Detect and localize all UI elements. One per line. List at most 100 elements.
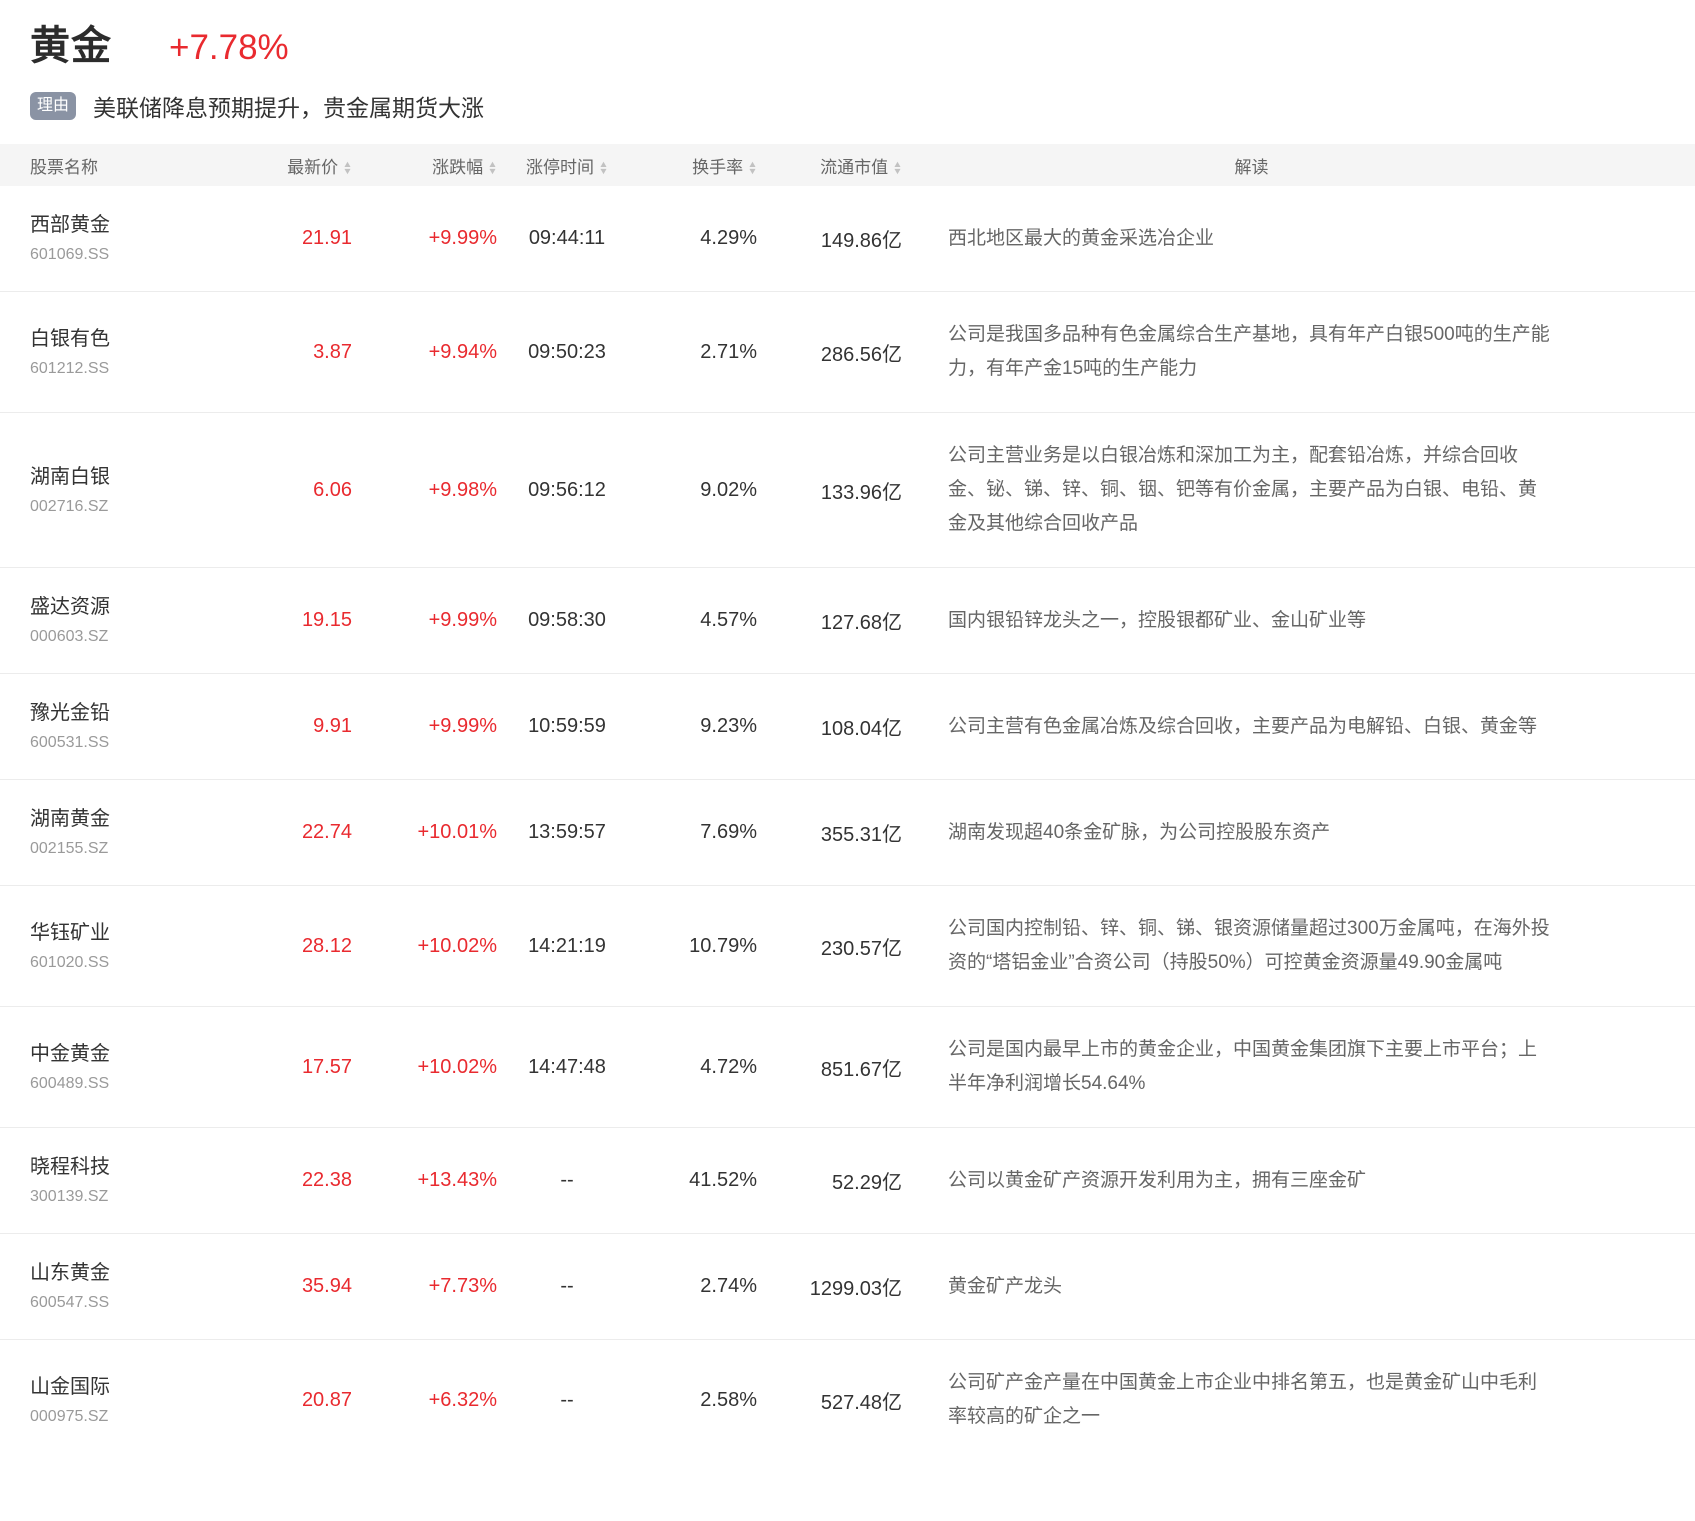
sort-down-icon: ▼ <box>487 168 497 175</box>
title-row: 黄金 +7.78% <box>30 24 1665 70</box>
market-cap: 149.86亿 <box>757 224 902 253</box>
change-percent: +6.32% <box>352 1389 497 1412</box>
change-percent: +9.99% <box>352 715 497 738</box>
table-row[interactable]: 西部黄金 601069.SS 21.91 +9.99% 09:44:11 4.2… <box>0 186 1695 291</box>
turnover-rate: 4.29% <box>637 227 757 250</box>
stock-name[interactable]: 白银有色 <box>30 326 260 352</box>
sort-icon[interactable]: ▲▼ <box>748 161 757 175</box>
turnover-rate: 4.72% <box>637 1056 757 1079</box>
turnover-rate: 9.02% <box>637 479 757 502</box>
change-percent: +10.02% <box>352 935 497 958</box>
column-header-latest-price[interactable]: 最新价 ▲▼ <box>260 153 352 178</box>
column-label: 股票名称 <box>30 158 98 177</box>
stock-name-cell: 华钰矿业 601020.SS <box>0 920 260 973</box>
table-row[interactable]: 中金黄金 600489.SS 17.57 +10.02% 14:47:48 4.… <box>0 1006 1695 1127</box>
stock-name[interactable]: 湖南白银 <box>30 464 260 490</box>
market-cap: 286.56亿 <box>757 338 902 367</box>
column-label: 涨停时间 <box>526 158 594 177</box>
stock-name-cell: 山金国际 000975.SZ <box>0 1374 260 1427</box>
sort-icon[interactable]: ▲▼ <box>599 161 608 175</box>
turnover-rate: 7.69% <box>637 821 757 844</box>
stock-name-cell: 白银有色 601212.SS <box>0 326 260 379</box>
interpretation: 公司主营业务是以白银冶炼和深加工为主，配套铅冶炼，并综合回收金、铋、锑、锌、铜、… <box>948 439 1695 541</box>
interpretation: 公司是国内最早上市的黄金企业，中国黄金集团旗下主要上市平台；上半年净利润增长54… <box>948 1033 1695 1101</box>
sort-icon[interactable]: ▲▼ <box>893 161 902 175</box>
stock-table: 西部黄金 601069.SS 21.91 +9.99% 09:44:11 4.2… <box>0 186 1695 1460</box>
column-label: 解读 <box>1235 158 1269 177</box>
turnover-rate: 41.52% <box>637 1169 757 1192</box>
turnover-rate: 2.58% <box>637 1389 757 1412</box>
change-percent: +9.98% <box>352 479 497 502</box>
latest-price: 9.91 <box>260 715 352 738</box>
sort-icon[interactable]: ▲▼ <box>343 161 352 175</box>
sort-down-icon: ▼ <box>598 168 608 175</box>
change-percent: +7.73% <box>352 1275 497 1298</box>
table-row[interactable]: 华钰矿业 601020.SS 28.12 +10.02% 14:21:19 10… <box>0 885 1695 1006</box>
interpretation: 公司以黄金矿产资源开发利用为主，拥有三座金矿 <box>948 1164 1695 1198</box>
interpretation: 公司国内控制铅、锌、铜、锑、银资源储量超过300万金属吨，在海外投资的“塔铝金业… <box>948 912 1695 980</box>
latest-price: 28.12 <box>260 935 352 958</box>
interpretation: 公司矿产金产量在中国黄金上市企业中排名第五，也是黄金矿山中毛利率较高的矿企之一 <box>948 1366 1695 1434</box>
stock-name-cell: 湖南黄金 002155.SZ <box>0 806 260 859</box>
stock-name[interactable]: 西部黄金 <box>30 212 260 238</box>
limit-up-time: 14:47:48 <box>497 1056 637 1079</box>
latest-price: 6.06 <box>260 479 352 502</box>
column-header-turnover-rate[interactable]: 换手率▲▼ <box>637 153 757 178</box>
stock-name[interactable]: 华钰矿业 <box>30 920 260 946</box>
table-row[interactable]: 白银有色 601212.SS 3.87 +9.94% 09:50:23 2.71… <box>0 291 1695 412</box>
sort-down-icon: ▼ <box>747 168 757 175</box>
table-row[interactable]: 盛达资源 000603.SZ 19.15 +9.99% 09:58:30 4.5… <box>0 567 1695 673</box>
column-label: 流通市值 <box>820 158 888 177</box>
change-percent: +9.94% <box>352 341 497 364</box>
stock-code: 002155.SZ <box>30 839 260 859</box>
market-cap: 108.04亿 <box>757 712 902 741</box>
column-header-limit-up-time[interactable]: 涨停时间 ▲▼ <box>497 153 637 178</box>
sort-down-icon: ▼ <box>342 168 352 175</box>
reason-text: 美联储降息预期提升，贵金属期货大涨 <box>93 89 484 123</box>
limit-up-time: 10:59:59 <box>497 715 637 738</box>
stock-name[interactable]: 豫光金铅 <box>30 700 260 726</box>
column-label: 最新价 <box>287 158 338 177</box>
interpretation: 公司主营有色金属冶炼及综合回收，主要产品为电解铅、白银、黄金等 <box>948 710 1695 744</box>
stock-name-cell: 湖南白银 002716.SZ <box>0 464 260 517</box>
column-header-market-cap[interactable]: 流通市值 ▲▼ <box>757 153 902 178</box>
table-row[interactable]: 湖南白银 002716.SZ 6.06 +9.98% 09:56:12 9.02… <box>0 412 1695 567</box>
stock-name[interactable]: 中金黄金 <box>30 1041 260 1067</box>
stock-code: 600489.SS <box>30 1074 260 1094</box>
table-row[interactable]: 山金国际 000975.SZ 20.87 +6.32% -- 2.58% 527… <box>0 1339 1695 1460</box>
latest-price: 22.38 <box>260 1169 352 1192</box>
stock-name[interactable]: 山金国际 <box>30 1374 260 1400</box>
interpretation: 黄金矿产龙头 <box>948 1270 1695 1304</box>
limit-up-time: 14:21:19 <box>497 935 637 958</box>
change-percent: +10.01% <box>352 821 497 844</box>
table-row[interactable]: 山东黄金 600547.SS 35.94 +7.73% -- 2.74% 129… <box>0 1233 1695 1339</box>
column-header-stock-name: 股票名称 <box>0 153 260 178</box>
column-header-change-percent[interactable]: 涨跌幅 ▲▼ <box>352 153 497 178</box>
market-cap: 851.67亿 <box>757 1053 902 1082</box>
column-label: 涨跌幅 <box>432 158 483 177</box>
latest-price: 20.87 <box>260 1389 352 1412</box>
table-row[interactable]: 晓程科技 300139.SZ 22.38 +13.43% -- 41.52% 5… <box>0 1127 1695 1233</box>
change-percent: +13.43% <box>352 1169 497 1192</box>
stock-name-cell: 盛达资源 000603.SZ <box>0 594 260 647</box>
limit-up-time: 13:59:57 <box>497 821 637 844</box>
latest-price: 22.74 <box>260 821 352 844</box>
interpretation: 湖南发现超40条金矿脉，为公司控股股东资产 <box>948 816 1695 850</box>
sector-header: 黄金 +7.78% 理由 美联储降息预期提升，贵金属期货大涨 <box>0 0 1695 122</box>
sort-down-icon: ▼ <box>892 168 902 175</box>
sort-icon[interactable]: ▲▼ <box>488 161 497 175</box>
stock-name-cell: 中金黄金 600489.SS <box>0 1041 260 1094</box>
stock-name[interactable]: 山东黄金 <box>30 1260 260 1286</box>
table-row[interactable]: 湖南黄金 002155.SZ 22.74 +10.01% 13:59:57 7.… <box>0 779 1695 885</box>
stock-name-cell: 豫光金铅 600531.SS <box>0 700 260 753</box>
gold-sector-panel: 黄金 +7.78% 理由 美联储降息预期提升，贵金属期货大涨 股票名称 最新价 ▲… <box>0 0 1695 1521</box>
stock-name[interactable]: 湖南黄金 <box>30 806 260 832</box>
stock-name[interactable]: 晓程科技 <box>30 1154 260 1180</box>
stock-name[interactable]: 盛达资源 <box>30 594 260 620</box>
table-row[interactable]: 豫光金铅 600531.SS 9.91 +9.99% 10:59:59 9.23… <box>0 673 1695 779</box>
interpretation: 国内银铅锌龙头之一，控股银都矿业、金山矿业等 <box>948 604 1695 638</box>
latest-price: 21.91 <box>260 227 352 250</box>
limit-up-time: -- <box>497 1389 637 1412</box>
change-percent: +9.99% <box>352 609 497 632</box>
stock-code: 002716.SZ <box>30 497 260 517</box>
